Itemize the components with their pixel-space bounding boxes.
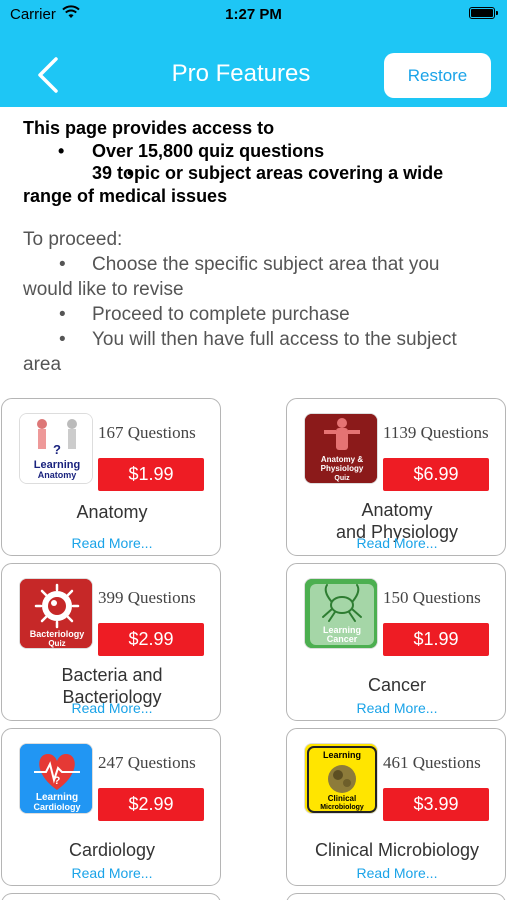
product-card-anatomy-physiology[interactable]: Anatomy & Physiology Quiz 1139 Questions… — [286, 398, 506, 556]
question-count: 461 Questions — [383, 753, 481, 772]
product-card-bacteriology[interactable]: Bacteriology Quiz 399 Questions $2.99 Ba… — [1, 563, 221, 721]
proceed-step: Proceed to complete purchase — [23, 302, 493, 327]
svg-text:Microbiology: Microbiology — [320, 804, 364, 811]
price-button[interactable]: $2.99 — [98, 788, 204, 821]
svg-text:Learning: Learning — [323, 750, 361, 760]
proceed-step: You will then have full access to the su… — [23, 327, 493, 377]
proceed-section: To proceed: Choose the specific subject … — [23, 227, 493, 377]
intro-bullet: Over 15,800 quiz questions — [23, 140, 493, 163]
read-more-link[interactable]: Read More... — [287, 700, 505, 716]
subject-name: Clinical Microbiology — [314, 840, 480, 860]
intro-bullet: 39 topic or subject areas covering a wid… — [23, 162, 493, 207]
svg-text:Anatomy &: Anatomy & — [321, 455, 363, 464]
question-count: 1139 Questions — [383, 423, 489, 442]
intro-heading: This page provides access to — [23, 118, 275, 138]
read-more-link[interactable]: Read More... — [287, 535, 505, 551]
learning-cardiology-icon: ? Learning Cardiology — [19, 743, 93, 814]
question-count: 399 Questions — [98, 588, 196, 607]
svg-text:Bacteriology: Bacteriology — [30, 629, 85, 639]
svg-text:Cancer: Cancer — [327, 634, 358, 644]
svg-text:Anatomy: Anatomy — [38, 470, 77, 480]
price-button[interactable]: $6.99 — [383, 458, 489, 491]
proceed-step: Choose the specific subject area that yo… — [23, 252, 493, 302]
learning-cancer-icon: Learning Cancer — [304, 578, 378, 649]
read-more-link[interactable]: Read More... — [287, 865, 505, 881]
svg-text:Quiz: Quiz — [48, 639, 65, 648]
read-more-link[interactable]: Read More... — [2, 535, 220, 551]
svg-text:Quiz: Quiz — [334, 475, 350, 482]
product-card-partial[interactable] — [1, 893, 221, 900]
price-button[interactable]: $1.99 — [98, 458, 204, 491]
navigation-header: Carrier 1:27 PM Pro Features Restore — [0, 0, 507, 107]
anatomy-physiology-quiz-icon: Anatomy & Physiology Quiz — [304, 413, 378, 484]
product-card-cardiology[interactable]: ? Learning Cardiology 247 Questions $2.9… — [1, 728, 221, 886]
question-count: 150 Questions — [383, 588, 481, 607]
question-count: 247 Questions — [98, 753, 196, 772]
product-card-clinical-microbiology[interactable]: Learning Clinical Microbiology 461 Quest… — [286, 728, 506, 886]
svg-text:?: ? — [54, 775, 61, 787]
svg-text:Cardiology: Cardiology — [33, 802, 80, 812]
status-bar: Carrier 1:27 PM — [0, 0, 507, 30]
product-card-cancer[interactable]: Learning Cancer 150 Questions $1.99 Canc… — [286, 563, 506, 721]
bacteriology-quiz-icon: Bacteriology Quiz — [19, 578, 93, 649]
question-count: 167 Questions — [98, 423, 196, 442]
subject-name: Cancer — [367, 675, 427, 695]
status-time: 1:27 PM — [225, 6, 282, 23]
clinical-microbiology-icon: Learning Clinical Microbiology — [304, 743, 378, 814]
product-card-anatomy[interactable]: ? Learning Anatomy 167 Questions $1.99 A… — [1, 398, 221, 556]
svg-text:Physiology: Physiology — [321, 464, 364, 473]
learning-anatomy-icon: ? Learning Anatomy — [19, 413, 93, 484]
read-more-link[interactable]: Read More... — [2, 865, 220, 881]
intro-section: This page provides access to Over 15,800… — [23, 117, 493, 377]
restore-button[interactable]: Restore — [384, 53, 491, 98]
subject-name-line: Anatomy — [361, 500, 433, 520]
price-button[interactable]: $3.99 — [383, 788, 489, 821]
price-button[interactable]: $1.99 — [383, 623, 489, 656]
product-card-partial[interactable] — [286, 893, 506, 900]
svg-text:?: ? — [53, 442, 61, 457]
price-button[interactable]: $2.99 — [98, 623, 204, 656]
proceed-heading: To proceed: — [23, 229, 123, 250]
read-more-link[interactable]: Read More... — [2, 700, 220, 716]
subject-name: Cardiology — [68, 840, 156, 860]
svg-text:Clinical: Clinical — [328, 794, 356, 803]
subject-name-line: Bacteria and — [61, 665, 163, 685]
subject-name: Anatomy — [76, 502, 148, 522]
battery-icon — [469, 7, 498, 19]
